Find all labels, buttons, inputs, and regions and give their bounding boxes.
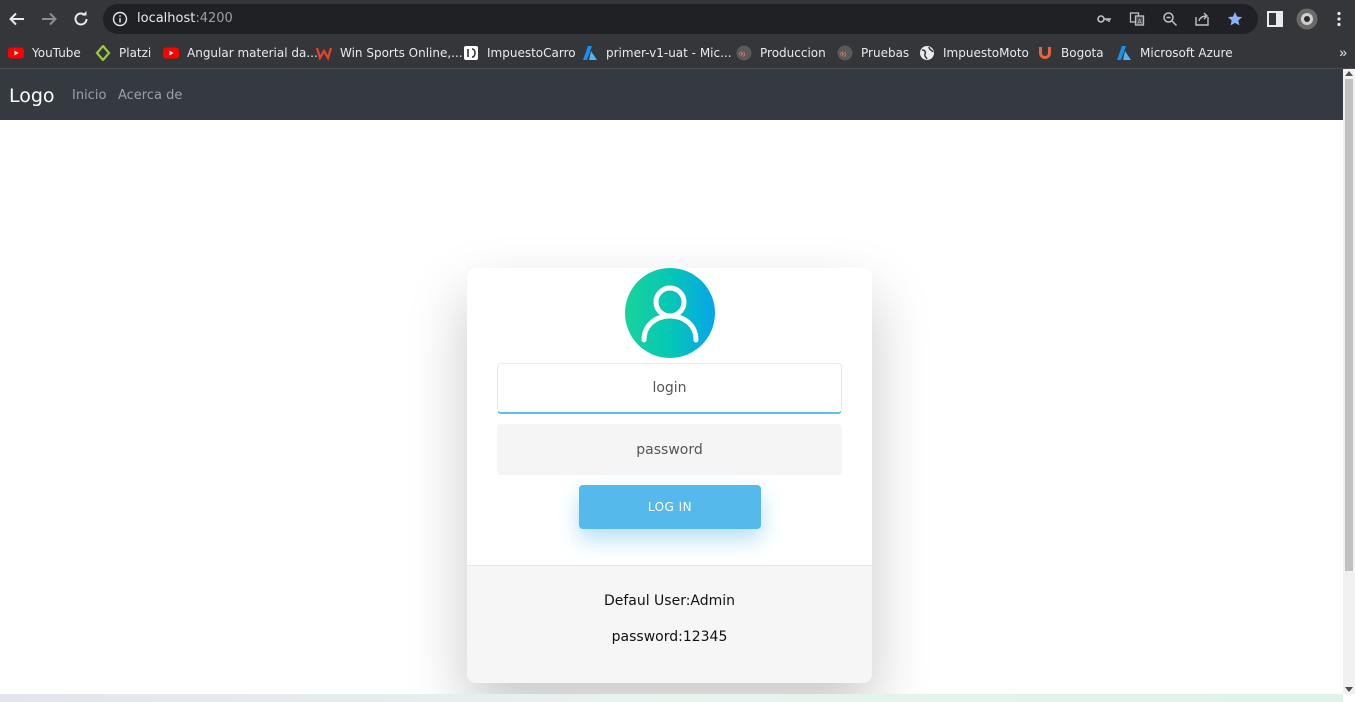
side-panel-icon[interactable] [1266, 10, 1284, 28]
arrow-right-icon [42, 12, 57, 26]
arrow-left-icon [9, 12, 24, 26]
bookmark-pruebas[interactable]: dg Pruebas [837, 43, 909, 63]
svg-text:dg: dg [739, 52, 745, 58]
winsports-icon [316, 47, 332, 61]
translate-icon[interactable]: A [1129, 11, 1145, 27]
card-footer: Defaul User:Admin password:12345 [467, 565, 872, 683]
bottom-strip [0, 694, 1343, 702]
bookmark-angular-material[interactable]: Angular material da... [163, 43, 318, 63]
reload-icon [74, 11, 88, 26]
bookmark-primer-v1-uat[interactable]: primer-v1-uat - Mic... [582, 43, 732, 63]
bookmark-impuesto-moto[interactable]: ImpuestoMoto [919, 43, 1029, 63]
bookmarks-overflow-chevron-icon[interactable]: » [1339, 44, 1347, 60]
key-icon[interactable] [1096, 11, 1112, 27]
forward-button[interactable] [38, 8, 60, 30]
globe-icon [920, 46, 934, 60]
profile-avatar-icon[interactable] [1296, 8, 1318, 30]
nav-link-inicio[interactable]: Inicio [72, 88, 106, 103]
bookmark-microsoft-azure[interactable]: Microsoft Azure [1116, 43, 1233, 63]
bookmark-impuesto-carro[interactable]: ImpuestoCarro [463, 43, 576, 63]
azure-icon [1117, 46, 1131, 60]
bookmarks-bar: YouTube Platzi Angular material da... Wi… [0, 38, 1355, 69]
bookmark-youtube[interactable]: YouTube [8, 43, 81, 63]
password-input[interactable] [497, 424, 842, 475]
produccion-icon: dg [736, 45, 752, 61]
zoom-out-icon[interactable] [1162, 11, 1178, 27]
info-icon[interactable] [112, 11, 128, 27]
login-button[interactable]: LOG IN [579, 485, 761, 529]
user-icon [641, 285, 699, 343]
impuesto-icon [464, 46, 478, 60]
scroll-up-arrow-icon[interactable] [1345, 71, 1353, 76]
bookmark-win-sports[interactable]: Win Sports Online,... [316, 43, 463, 63]
kebab-menu-icon[interactable] [1330, 10, 1348, 28]
url-text[interactable]: localhost:4200 [137, 11, 233, 26]
scrollbar-thumb[interactable] [1345, 79, 1353, 571]
back-button[interactable] [6, 8, 28, 30]
scroll-down-arrow-icon[interactable] [1345, 687, 1353, 692]
login-card: LOG IN Defaul User:Admin password:12345 [467, 268, 872, 683]
app-navbar: Logo Inicio Acerca de [0, 69, 1343, 120]
youtube-icon [163, 47, 179, 59]
star-icon[interactable] [1227, 11, 1243, 27]
user-avatar [625, 268, 715, 358]
share-icon[interactable] [1194, 11, 1210, 27]
browser-toolbar: localhost:4200 A [0, 0, 1355, 38]
youtube-icon [8, 47, 24, 59]
nav-link-acerca-de[interactable]: Acerca de [118, 88, 182, 103]
login-input[interactable] [497, 363, 842, 414]
bookmark-bogota[interactable]: Bogota [1037, 43, 1104, 63]
bogota-icon [1039, 47, 1051, 59]
bookmark-platzi[interactable]: Platzi [95, 43, 151, 63]
pruebas-icon: dg [837, 45, 853, 61]
address-bar[interactable]: localhost:4200 A [103, 4, 1258, 34]
platzi-icon [95, 45, 111, 61]
svg-text:dg: dg [840, 52, 846, 58]
default-user-text: Defaul User:Admin [603, 593, 736, 609]
brand-logo[interactable]: Logo [9, 85, 55, 107]
reload-button[interactable] [70, 8, 92, 30]
bookmark-produccion[interactable]: dg Produccion [736, 43, 826, 63]
azure-icon [583, 46, 597, 60]
default-password-text: password:12345 [611, 629, 728, 645]
page-scrollbar[interactable] [1343, 69, 1355, 694]
